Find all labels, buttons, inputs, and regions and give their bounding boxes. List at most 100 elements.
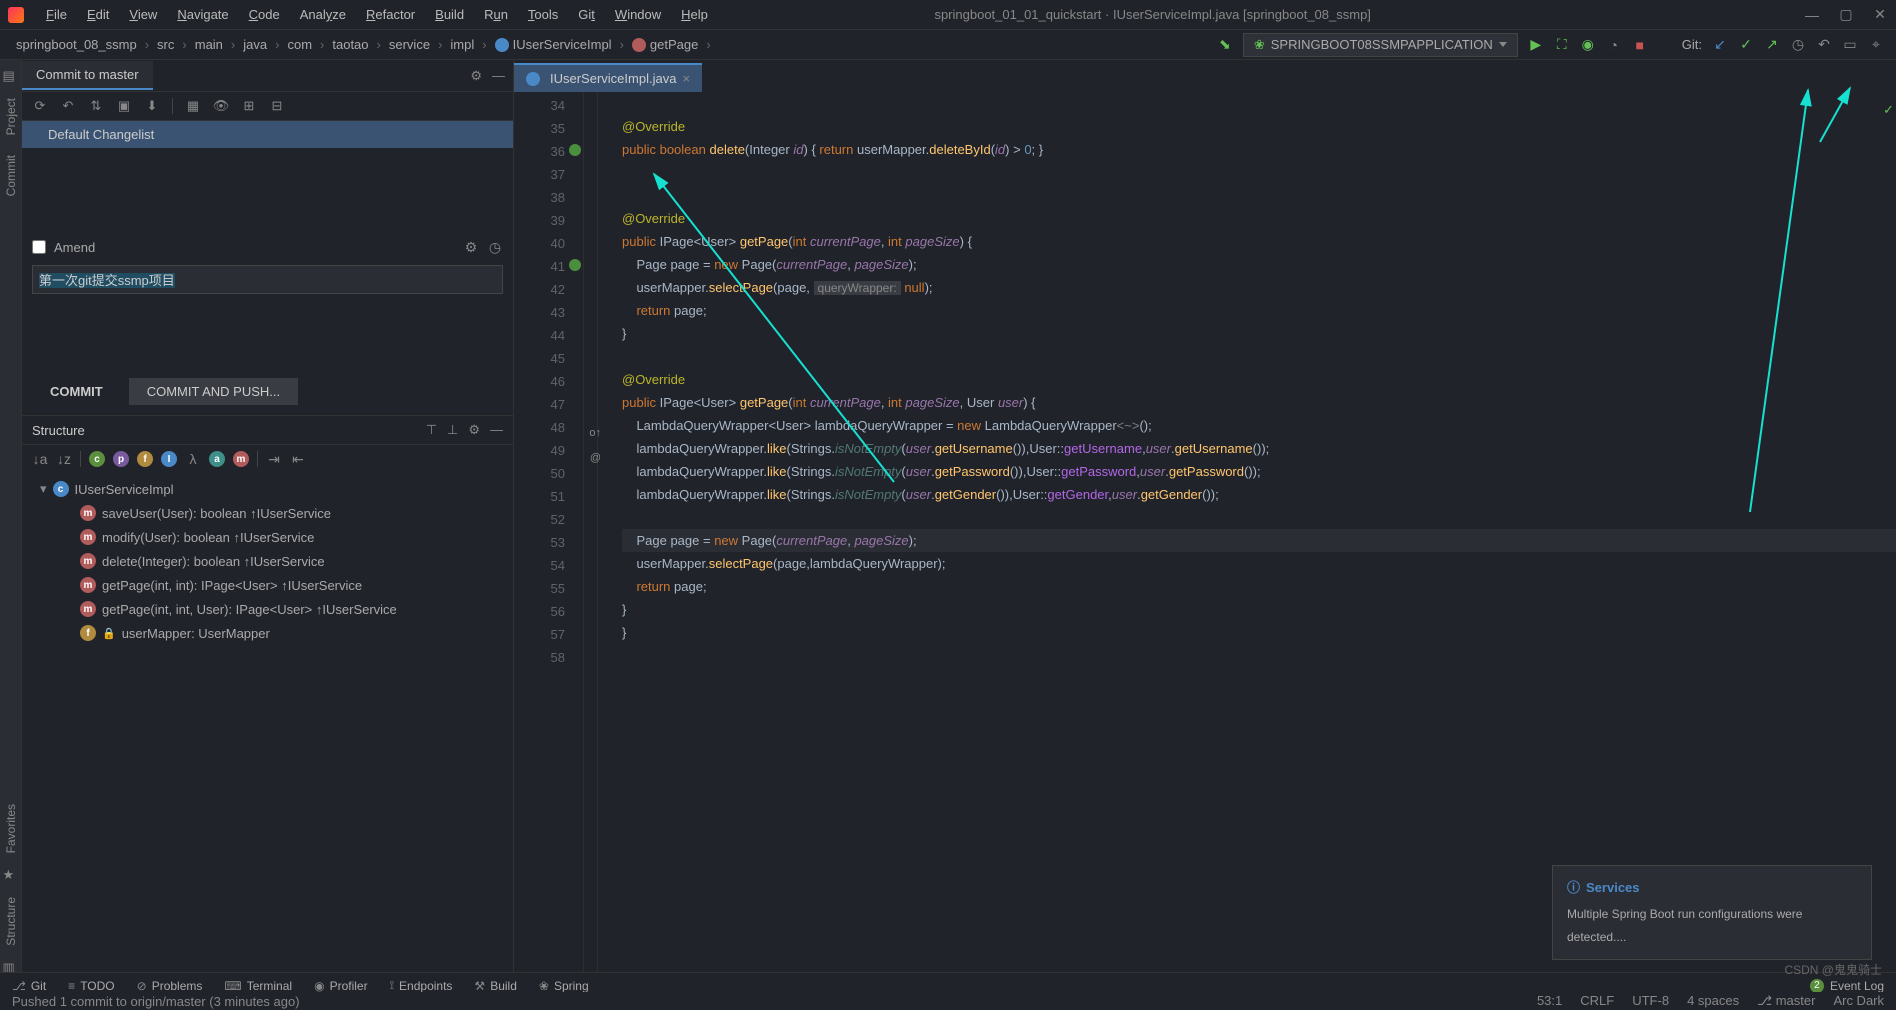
menu-file[interactable]: File	[36, 3, 77, 26]
unshelve-icon[interactable]: ⬇	[144, 98, 160, 114]
menu-analyze[interactable]: Analyze	[290, 3, 356, 26]
history-small-icon[interactable]: ◷	[487, 239, 503, 255]
structure-gear-icon[interactable]: ⚙	[468, 422, 480, 438]
stop-icon[interactable]: ■	[1632, 37, 1648, 53]
project-tab-icon[interactable]: ▤	[3, 68, 19, 84]
star-icon[interactable]: ★	[3, 867, 19, 883]
structure-member[interactable]: f🔒userMapper: UserMapper	[22, 621, 513, 645]
run-config-dropdown[interactable]: ❀ SPRINGBOOT08SSMPAPPLICATION	[1243, 33, 1518, 57]
open-folder-icon[interactable]: ▭	[1842, 37, 1858, 53]
breadcrumb-item[interactable]: getPage	[628, 35, 702, 55]
expand-icon[interactable]: ⊞	[241, 98, 257, 114]
git-pull-icon[interactable]: ↙	[1712, 37, 1728, 53]
breadcrumb-item[interactable]: src	[153, 35, 178, 54]
sort-alpha-icon[interactable]: ↓a	[32, 451, 48, 467]
coverage-icon[interactable]: ◉	[1580, 37, 1596, 53]
collapse-icon[interactable]: ⊟	[269, 98, 285, 114]
structure-member[interactable]: mgetPage(int, int): IPage<User> ↑IUserSe…	[22, 573, 513, 597]
favorites-tab[interactable]: Favorites	[2, 794, 20, 863]
structure-hide-icon[interactable]: —	[490, 422, 503, 438]
editor-tab[interactable]: IUserServiceImpl.java ×	[514, 63, 702, 92]
autoscroll-from-icon[interactable]: ⇤	[290, 451, 306, 467]
commit-button[interactable]: COMMIT	[32, 378, 121, 405]
toolwindow-profiler[interactable]: ◉Profiler	[314, 978, 368, 993]
commit-tab[interactable]: Commit	[2, 145, 20, 206]
commit-message-input[interactable]: 第一次git提交ssmp项目	[32, 265, 503, 294]
line-sep[interactable]: CRLF	[1580, 993, 1614, 1009]
gear-small-icon[interactable]: ⚙	[463, 239, 479, 255]
menu-run[interactable]: Run	[474, 3, 518, 26]
diff-icon[interactable]: ⇅	[88, 98, 104, 114]
sort-vis-icon[interactable]: ↓z	[56, 451, 72, 467]
menu-tools[interactable]: Tools	[518, 3, 568, 26]
shelve-icon[interactable]: ▣	[116, 98, 132, 114]
caret-position[interactable]: 53:1	[1537, 993, 1562, 1009]
toolwindow-spring[interactable]: ❀Spring	[539, 978, 589, 993]
menu-help[interactable]: Help	[671, 3, 718, 26]
theme-label[interactable]: Arc Dark	[1833, 993, 1884, 1009]
git-history-icon[interactable]: ◷	[1790, 37, 1806, 53]
structure-tab[interactable]: Structure	[2, 887, 20, 956]
breadcrumb-item[interactable]: taotao	[328, 35, 372, 54]
amend-checkbox[interactable]	[32, 240, 46, 254]
commit-and-push-button[interactable]: COMMIT AND PUSH...	[129, 378, 298, 405]
code-editor[interactable]: @Overridepublic boolean delete(Integer i…	[598, 92, 1896, 980]
run-icon[interactable]: ▶	[1528, 37, 1544, 53]
menu-git[interactable]: Git	[568, 3, 605, 26]
toolwindow-git[interactable]: ⎇Git	[12, 978, 46, 993]
filter-interface-icon[interactable]: I	[161, 451, 177, 467]
filter-field-icon[interactable]: f	[137, 451, 153, 467]
breadcrumb-item[interactable]: IUserServiceImpl	[491, 35, 616, 55]
breadcrumb-item[interactable]: impl	[446, 35, 478, 54]
structure-member[interactable]: mmodify(User): boolean ↑IUserService	[22, 525, 513, 549]
project-tab[interactable]: Project	[2, 88, 20, 145]
structure-member[interactable]: msaveUser(User): boolean ↑IUserService	[22, 501, 513, 525]
debug-icon[interactable]: ⛶	[1554, 37, 1570, 53]
event-log-button[interactable]: Event Log	[1830, 979, 1884, 993]
gear-icon[interactable]: ⚙	[470, 68, 482, 84]
git-commit-icon[interactable]: ✓	[1738, 37, 1754, 53]
profile-icon[interactable]: ◔	[1606, 37, 1622, 53]
commit-tab-header[interactable]: Commit to master	[22, 61, 153, 90]
menu-refactor[interactable]: Refactor	[356, 3, 425, 26]
minimize-icon[interactable]: —	[1804, 7, 1820, 23]
default-changelist[interactable]: Default Changelist	[22, 121, 513, 148]
structure-class[interactable]: ▾c IUserServiceImpl	[22, 477, 513, 501]
build-hammer-icon[interactable]: ⬊	[1217, 37, 1233, 53]
sort-up-icon[interactable]: ⊤	[426, 422, 437, 438]
breadcrumb-item[interactable]: com	[283, 35, 316, 54]
breadcrumb-item[interactable]: service	[385, 35, 434, 54]
rollback-icon[interactable]: ↶	[60, 98, 76, 114]
inspection-ok-icon[interactable]: ✓	[1883, 98, 1894, 121]
view-icon[interactable]: 👁	[213, 98, 229, 114]
menu-build[interactable]: Build	[425, 3, 474, 26]
close-tab-icon[interactable]: ×	[682, 71, 690, 86]
git-branch[interactable]: ⎇ master	[1757, 993, 1815, 1009]
breadcrumb-item[interactable]: java	[239, 35, 271, 54]
group-icon[interactable]: ▦	[185, 98, 201, 114]
breadcrumb-item[interactable]: springboot_08_ssmp	[12, 35, 141, 54]
search-everywhere-icon[interactable]: ⌖	[1868, 37, 1884, 53]
sort-down-icon[interactable]: ⊥	[447, 422, 458, 438]
menu-window[interactable]: Window	[605, 3, 671, 26]
close-icon[interactable]: ✕	[1872, 7, 1888, 23]
toolwindow-build[interactable]: ⚒Build	[474, 978, 516, 993]
filter-property-icon[interactable]: p	[113, 451, 129, 467]
menu-code[interactable]: Code	[239, 3, 290, 26]
toolwindow-endpoints[interactable]: ⟟Endpoints	[390, 978, 453, 993]
git-revert-icon[interactable]: ↶	[1816, 37, 1832, 53]
encoding[interactable]: UTF-8	[1632, 993, 1669, 1009]
toolwindow-terminal[interactable]: ⌨Terminal	[224, 978, 292, 993]
menu-navigate[interactable]: Navigate	[167, 3, 238, 26]
filter-class-icon[interactable]: c	[89, 451, 105, 467]
maximize-icon[interactable]: ▢	[1838, 7, 1854, 23]
git-push-icon[interactable]: ↗	[1764, 37, 1780, 53]
toolwindow-problems[interactable]: ⊘Problems	[137, 978, 203, 993]
autoscroll-to-icon[interactable]: ⇥	[266, 451, 282, 467]
filter-method-icon[interactable]: m	[233, 451, 249, 467]
services-notification[interactable]: ⓘServices Multiple Spring Boot run confi…	[1552, 865, 1872, 960]
menu-view[interactable]: View	[119, 3, 167, 26]
breadcrumb-item[interactable]: main	[191, 35, 227, 54]
menu-edit[interactable]: Edit	[77, 3, 119, 26]
refresh-icon[interactable]: ⟳	[32, 98, 48, 114]
